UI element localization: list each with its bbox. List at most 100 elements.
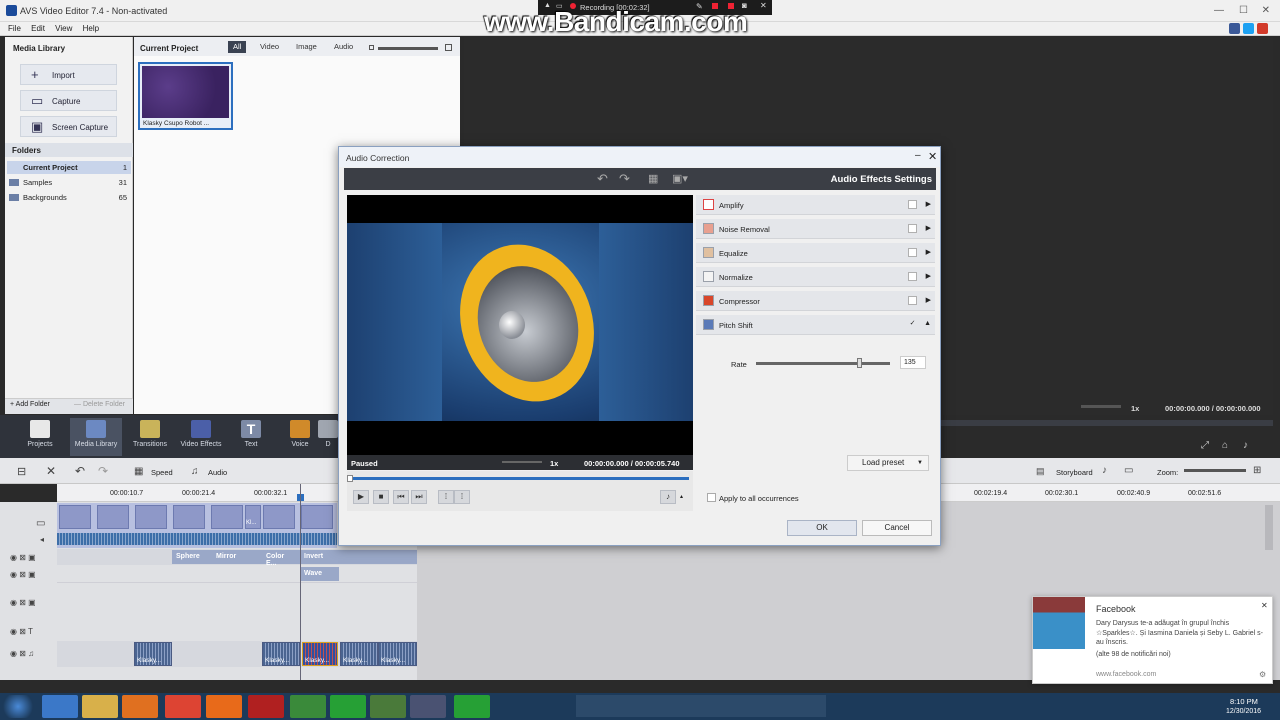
tab-image[interactable]: Image	[291, 41, 322, 53]
effect-mirror[interactable]: Mirror	[212, 550, 262, 564]
grid-icon[interactable]: ▦	[648, 172, 658, 185]
folder-current-project[interactable]: Current Project 1	[7, 161, 131, 174]
effect-invert[interactable]: Invert	[300, 550, 417, 564]
close-icon[interactable]: ✕	[1262, 5, 1270, 16]
bandicam-close-icon[interactable]: ✕	[760, 1, 767, 10]
track-visibility-icon[interactable]: ◉ ⊠ T	[10, 627, 33, 636]
notification-settings-icon[interactable]: ⚙	[1259, 670, 1266, 679]
compressor-checkbox[interactable]	[908, 296, 917, 305]
video-frame[interactable]	[97, 505, 129, 529]
speed-button[interactable]: Speed	[151, 468, 173, 477]
audio-mixer-icon[interactable]: ♪	[1102, 465, 1107, 476]
media-thumbnail[interactable]: Klasky Csupo Robot ...	[138, 62, 233, 130]
thumb-size-slider[interactable]	[378, 47, 438, 50]
dialog-close-icon[interactable]: ✕	[928, 150, 937, 163]
facebook-notification[interactable]: Facebook ✕ Dary Darysus te-a adăugat în …	[1032, 596, 1273, 684]
tab-audio[interactable]: Audio	[329, 41, 358, 53]
toolbar-text[interactable]: T Text	[225, 418, 277, 456]
app-icon[interactable]	[370, 695, 406, 718]
media-player-icon[interactable]	[122, 695, 158, 718]
expand-arrow-icon[interactable]: ▶	[926, 200, 931, 208]
play-icon[interactable]: ▶	[353, 490, 369, 504]
notification-close-icon[interactable]: ✕	[1261, 601, 1268, 610]
snapshot-icon[interactable]: ⌂	[1222, 440, 1228, 451]
tab-video[interactable]: Video	[255, 41, 284, 53]
audio-clip[interactable]: Klasky...	[378, 642, 417, 666]
expand-arrow-icon[interactable]: ▶	[926, 248, 931, 256]
avs-editor-icon[interactable]	[410, 695, 446, 718]
effect-normalize[interactable]: Normalize ▶	[696, 267, 935, 287]
volume-dropdown-icon[interactable]: ▴	[680, 493, 683, 500]
effect-noise-removal[interactable]: Noise Removal ▶	[696, 219, 935, 239]
fit-timeline-icon[interactable]: ⊞	[1253, 465, 1261, 476]
effect-color[interactable]: Color E...	[262, 550, 300, 567]
video-frame[interactable]	[59, 505, 91, 529]
storyboard-button[interactable]: Storyboard	[1056, 468, 1093, 477]
folder-backgrounds[interactable]: Backgrounds 65	[7, 191, 131, 204]
hangouts-icon[interactable]	[454, 695, 490, 718]
audio-clip[interactable]: Klasky...	[340, 642, 378, 666]
audio-clip-selected[interactable]: Klasky...	[302, 642, 338, 666]
capture-button[interactable]: ▭ Capture	[20, 90, 117, 111]
dialog-minimize-icon[interactable]: –	[915, 150, 921, 161]
amplify-checkbox[interactable]	[908, 200, 917, 209]
video-frame[interactable]	[211, 505, 243, 529]
delete-folder-button[interactable]: — Delete Folder	[74, 401, 125, 408]
import-button[interactable]: + Import	[20, 64, 117, 85]
collapse-arrow-icon[interactable]: ▲	[924, 320, 931, 327]
undo-icon[interactable]: ↶	[597, 171, 608, 187]
toolbar-transitions[interactable]: Transitions	[124, 418, 176, 456]
zoom-slider[interactable]	[1184, 469, 1246, 472]
screen-capture-button[interactable]: ▣ Screen Capture	[20, 116, 117, 137]
track-visibility-icon[interactable]: ◉ ⊠ ▣	[10, 598, 36, 607]
volume-icon[interactable]: ♪	[1243, 440, 1248, 451]
audio-button[interactable]: Audio	[208, 468, 227, 477]
expand-arrow-icon[interactable]: ▶	[926, 296, 931, 304]
minimize-icon[interactable]: —	[1214, 5, 1224, 16]
start-button-icon[interactable]	[0, 695, 36, 718]
add-folder-button[interactable]: + Add Folder	[10, 401, 50, 408]
toolbar-media-library[interactable]: Media Library	[70, 418, 122, 456]
redo-icon[interactable]: ↷	[98, 464, 108, 478]
equalize-checkbox[interactable]	[908, 248, 917, 257]
ie-icon[interactable]	[42, 695, 78, 718]
app-icon[interactable]	[290, 695, 326, 718]
toolbar-video-effects[interactable]: Video Effects	[175, 418, 227, 456]
menu-file[interactable]: File	[8, 24, 21, 33]
track-visibility-icon[interactable]: ◉ ⊠ ▣	[10, 553, 36, 562]
apply-all-checkbox[interactable]	[707, 493, 716, 502]
ok-button[interactable]: OK	[787, 520, 857, 536]
google-plus-icon[interactable]	[1257, 23, 1268, 34]
menu-edit[interactable]: Edit	[31, 24, 45, 33]
expand-arrow-icon[interactable]: ▶	[926, 272, 931, 280]
dialog-volume-icon[interactable]: ♪	[660, 490, 676, 504]
video-frame[interactable]	[135, 505, 167, 529]
video-frame[interactable]	[301, 505, 333, 529]
effect-sphere[interactable]: Sphere	[172, 550, 212, 564]
redo-icon[interactable]: ↷	[619, 171, 630, 187]
expand-arrow-icon[interactable]: ▶	[926, 224, 931, 232]
monitor-settings-icon[interactable]: ▭	[1124, 465, 1133, 476]
hangouts-icon[interactable]	[330, 695, 366, 718]
toolbar-disc[interactable]: D	[318, 418, 338, 456]
split-icon[interactable]: ⊟	[17, 465, 26, 478]
undo-icon[interactable]: ↶	[75, 464, 85, 478]
effect-wave[interactable]: Wave	[300, 567, 339, 581]
audio-clip[interactable]: Klasky...	[134, 642, 172, 666]
video-frame[interactable]	[263, 505, 295, 529]
effect-pitch-shift[interactable]: Pitch Shift ✓ ▲	[696, 315, 935, 335]
rate-slider-handle[interactable]	[857, 358, 863, 368]
next-frame-icon[interactable]: ⏭	[411, 490, 427, 504]
speed-slider[interactable]	[502, 461, 542, 463]
toolbar-projects[interactable]: Projects	[14, 418, 66, 456]
audio-clip[interactable]: Klasky...	[262, 642, 300, 666]
pitch-shift-checkbox[interactable]: ✓	[908, 320, 917, 329]
effect-amplify[interactable]: Amplify ▶	[696, 195, 935, 215]
rate-value-field[interactable]: 135	[900, 356, 926, 369]
video-frame[interactable]	[173, 505, 205, 529]
display-mode-icon[interactable]: ▣▾	[672, 172, 688, 185]
video-frame[interactable]: Kl...	[245, 505, 261, 529]
maximize-icon[interactable]: ☐	[1239, 5, 1248, 16]
large-thumb-icon[interactable]	[445, 44, 452, 51]
cancel-button[interactable]: Cancel	[862, 520, 932, 536]
